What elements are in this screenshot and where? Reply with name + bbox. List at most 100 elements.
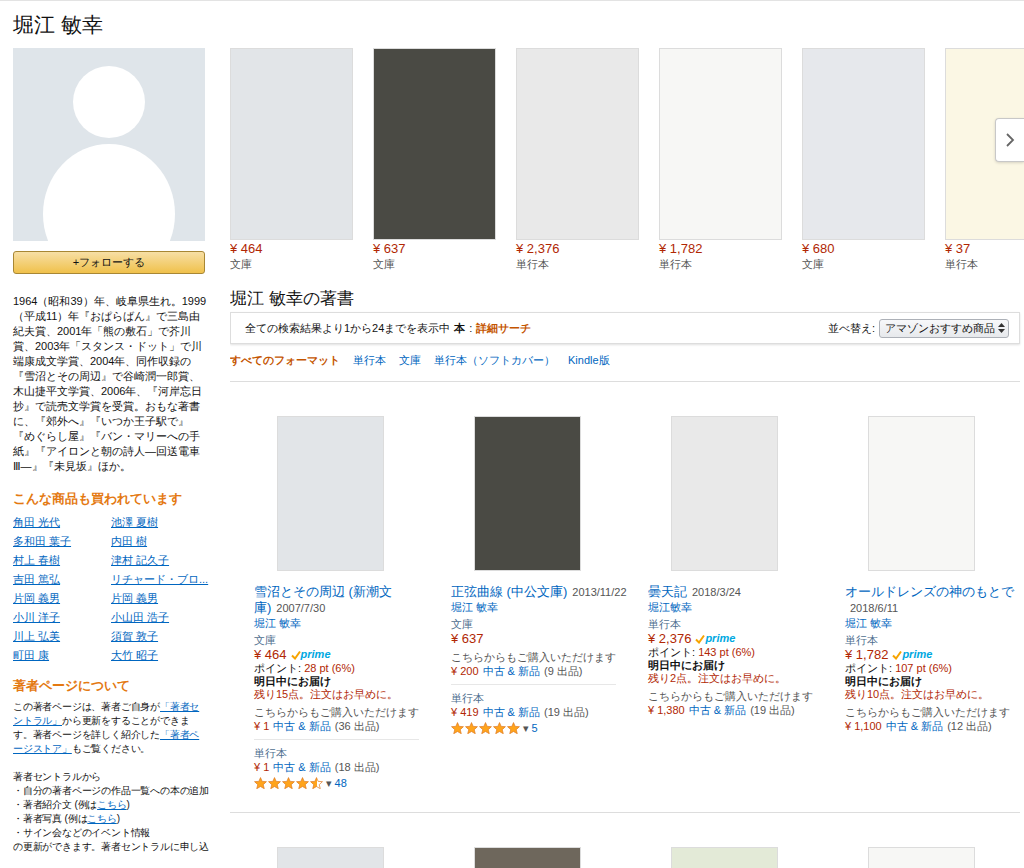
author-link[interactable]: 川上 弘美 (13, 627, 111, 646)
product-author[interactable]: 堀江敏幸 (648, 600, 825, 614)
delivery: 明日中にお届け (254, 675, 419, 688)
rating-count[interactable]: 5 (532, 721, 538, 735)
points: ポイント: 28 pt (6%) (254, 662, 419, 675)
format-link[interactable]: 単行本 (451, 691, 616, 705)
product-cover[interactable] (868, 847, 975, 868)
about-link[interactable]: こちら (97, 799, 126, 810)
carousel-format: 単行本 (659, 257, 782, 272)
author-link[interactable]: 須賀 敦子 (111, 627, 209, 646)
used-new-link[interactable]: 中古 & 新品 (689, 703, 746, 717)
used-new-link[interactable]: 中古 & 新品 (886, 719, 943, 733)
format-filter[interactable]: すべてのフォーマット (230, 353, 340, 367)
carousel-item[interactable]: ¥ 2,376単行本 (516, 48, 639, 272)
author-link[interactable]: 片岡 義男 (13, 589, 111, 608)
check-icon (695, 634, 705, 644)
author-link[interactable]: 角田 光代 (13, 513, 111, 532)
author-link[interactable]: 多和田 葉子 (13, 532, 111, 551)
used-new-link[interactable]: 中古 & 新品 (483, 705, 540, 719)
star-rating[interactable] (451, 722, 520, 734)
rating-caret[interactable]: ▾ (326, 776, 332, 790)
book-cover[interactable] (373, 48, 496, 240)
carousel-format: 単行本 (516, 257, 639, 272)
book-cover[interactable] (516, 48, 639, 240)
carousel-item[interactable]: ¥ 464文庫 (230, 48, 353, 272)
about-link[interactable]: こちら (87, 813, 116, 824)
rating-count[interactable]: 48 (335, 776, 347, 790)
product-title[interactable]: 曇天記 (648, 584, 687, 599)
about-paragraph: 著者セントラルから・自分の著者ページの作品一覧への本の追加・著者紹介文 (例はこ… (13, 770, 209, 854)
carousel-item[interactable]: ¥ 1,782単行本 (659, 48, 782, 272)
used-new-link[interactable]: 中古 & 新品 (483, 664, 540, 678)
other-offers-label: こちらからもご購入いただけます (845, 706, 1010, 719)
delivery: 明日中にお届け (845, 675, 1010, 688)
author-link[interactable]: 池澤 夏樹 (111, 513, 209, 532)
star-rating[interactable] (254, 777, 323, 789)
product-cover[interactable] (474, 847, 581, 868)
author-link[interactable]: 村上 春樹 (13, 551, 111, 570)
author-link[interactable]: 大竹 昭子 (111, 646, 209, 665)
star-icon (465, 722, 478, 734)
format-filter[interactable]: 文庫 (399, 353, 421, 367)
product-date: 2007/7/30 (276, 602, 325, 614)
title-line: オールドレンズの神のもとで 2018/6/11 (845, 584, 1022, 616)
book-cover[interactable] (802, 48, 925, 240)
star-icon (268, 777, 281, 789)
product-date: 2018/6/11 (850, 602, 898, 614)
format-filter[interactable]: 単行本 (353, 353, 386, 367)
sort-select[interactable]: アマゾンおすすめ商品 (879, 319, 1009, 338)
stock-notice: 残り10点。注文はお早めに。 (845, 688, 1010, 701)
product-cover[interactable] (277, 847, 384, 868)
author-link[interactable]: 吉田 篤弘 (13, 570, 111, 589)
format-link[interactable]: 単行本 (845, 633, 1010, 647)
book-carousel: ¥ 464文庫¥ 637文庫¥ 2,376単行本¥ 1,782単行本¥ 680文… (230, 48, 1024, 272)
book-cover[interactable] (230, 48, 353, 240)
star-icon (493, 722, 506, 734)
rating-caret[interactable]: ▾ (523, 721, 529, 735)
format-filter[interactable]: Kindle版 (568, 353, 610, 367)
carousel-price: ¥ 637 (373, 241, 496, 257)
product-author[interactable]: 堀江 敏幸 (845, 616, 1022, 630)
used-new-link[interactable]: 中古 & 新品 (273, 760, 330, 774)
author-link[interactable]: 津村 記久子 (111, 551, 209, 570)
offer: 単行本¥ 1,782primeポイント: 107 pt (6%)明日中にお届け残… (845, 633, 1010, 733)
prime-badge: prime (695, 631, 735, 646)
product-title[interactable]: 正弦曲線 (中公文庫) (451, 584, 567, 599)
author-link[interactable]: 町田 康 (13, 646, 111, 665)
book-cover[interactable] (659, 48, 782, 240)
points: ポイント: 143 pt (6%) (648, 646, 813, 659)
product-cover[interactable] (474, 416, 581, 571)
title-line: 正弦曲線 (中公文庫)2013/11/22 (451, 584, 628, 600)
product-author[interactable]: 堀江 敏幸 (254, 616, 431, 630)
carousel-format: 文庫 (802, 257, 925, 272)
carousel-item[interactable]: ¥ 680文庫 (802, 48, 925, 272)
product-cover[interactable] (671, 416, 778, 571)
title-line: 雪沼とその周辺 (新潮文庫)2007/7/30 (254, 584, 431, 616)
format-link[interactable]: 単行本 (648, 617, 813, 631)
product-author[interactable]: 堀江 敏幸 (451, 600, 628, 614)
star-icon (479, 722, 492, 734)
product-cover[interactable] (277, 416, 384, 571)
format-link[interactable]: 文庫 (451, 617, 616, 631)
offer: 単行本¥ 2,376primeポイント: 143 pt (6%)明日中にお届け残… (648, 617, 813, 717)
updown-icon (998, 323, 1005, 333)
advanced-search-link[interactable]: 詳細サーチ (476, 321, 531, 336)
carousel-next-button[interactable] (995, 118, 1024, 162)
product-cover[interactable] (868, 416, 975, 571)
author-link[interactable]: 片岡 義男 (111, 589, 209, 608)
follow-button[interactable]: +フォローする (13, 251, 205, 274)
used-new-link[interactable]: 中古 & 新品 (273, 719, 330, 733)
offer: 単行本¥ 1中古 & 新品(18 出品)▾48 (254, 739, 419, 790)
format-filter[interactable]: 単行本（ソフトカバー） (434, 353, 555, 367)
product-title[interactable]: オールドレンズの神のもとで (845, 584, 1014, 599)
author-link[interactable]: 小川 洋子 (13, 608, 111, 627)
product-cover[interactable] (671, 847, 778, 868)
main-content: ¥ 464文庫¥ 637文庫¥ 2,376単行本¥ 1,782単行本¥ 680文… (230, 48, 1024, 868)
carousel-price: ¥ 1,782 (659, 241, 782, 257)
author-link[interactable]: 内田 樹 (111, 532, 209, 551)
carousel-item[interactable]: ¥ 637文庫 (373, 48, 496, 272)
author-link[interactable]: リチャード・ブロ... (111, 570, 209, 589)
author-link[interactable]: 小山田 浩子 (111, 608, 209, 627)
format-link[interactable]: 文庫 (254, 633, 419, 647)
about-line: この著者ページは、著者ご自身が「著者セントラル」から更新をすることができます。著… (13, 700, 209, 756)
format-link[interactable]: 単行本 (254, 746, 419, 760)
